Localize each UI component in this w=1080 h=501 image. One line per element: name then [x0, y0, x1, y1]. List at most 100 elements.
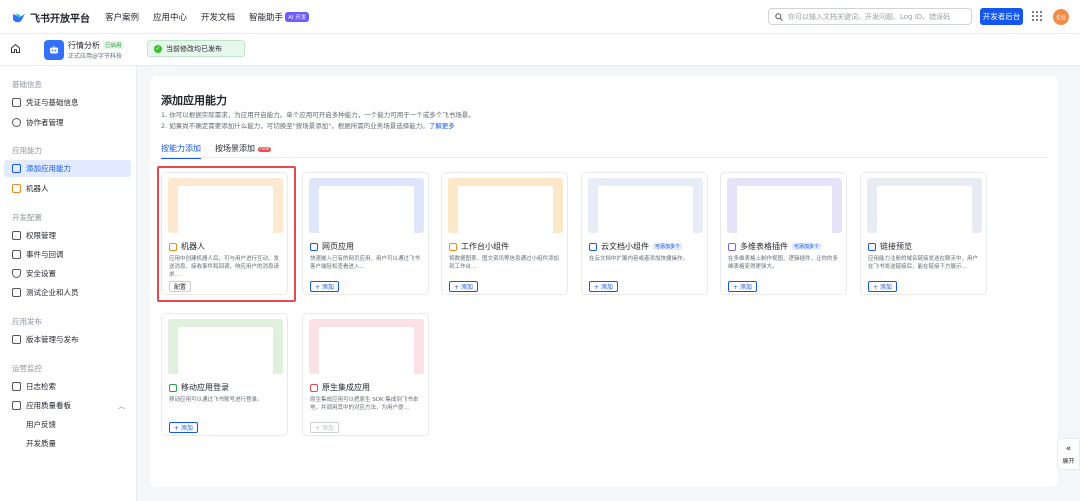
- tab-by-scenario[interactable]: 按场景添加 new: [215, 143, 272, 154]
- top-bar: 飞书开放平台 客户案例 应用中心 开发文档 智能助手 AI 开发 你可以输入文档关…: [0, 0, 1080, 34]
- card-title-text: 工作台小组件: [461, 242, 509, 251]
- sidebar-item-label: 事件与回调: [26, 250, 64, 259]
- page-desc-2-text: 2. 如果尚不确定需要添加什么能力，可切换至"按场景添加"，根据所需的业务场景选…: [161, 122, 429, 130]
- test-icon: [12, 288, 21, 297]
- app-name[interactable]: 行情分析 已启用: [68, 40, 124, 51]
- table-icon: [728, 242, 736, 251]
- add-button[interactable]: + 添加: [169, 422, 198, 433]
- sidebar-item-bot[interactable]: 机器人: [4, 180, 131, 197]
- tabs: 按能力添加 按场景添加 new: [161, 143, 272, 159]
- sidebar-item-permissions[interactable]: 权限管理: [4, 227, 131, 244]
- sidebar-item-versions[interactable]: 版本管理与发布: [4, 331, 131, 348]
- card-preview-image: [727, 178, 842, 233]
- native-app-icon: [310, 383, 318, 392]
- card-desc: 快速嵌入已有的网页应用，用户可以通过飞书客户端轻松查看进入…: [310, 256, 421, 270]
- card-desc: 在多维表格上制作视图、逻辑插件，让你的多维表格变得更强大。: [728, 256, 839, 270]
- sidebar-item-logs[interactable]: 日志检索: [4, 378, 131, 395]
- card-preview-image: [168, 319, 283, 374]
- sidebar-item-label: 机器人: [26, 184, 49, 193]
- nav-cases[interactable]: 客户案例: [105, 11, 139, 23]
- sidebar-item-label: 添加应用能力: [26, 164, 71, 173]
- log-icon: [12, 382, 21, 391]
- sidebar-item-events[interactable]: 事件与回调: [4, 246, 131, 263]
- nav-assistant[interactable]: 智能助手 AI 开发: [249, 11, 310, 23]
- sidebar-item-test-tenants[interactable]: 测试企业和人员: [4, 284, 131, 301]
- doc-icon: [589, 242, 597, 251]
- brand-name: 飞书开放平台: [30, 14, 90, 25]
- web-icon: [310, 242, 318, 251]
- highlight-box: [157, 166, 296, 302]
- sidebar-item-collaborators[interactable]: 协作者管理: [4, 114, 131, 131]
- home-icon[interactable]: [10, 43, 21, 54]
- card-web-app[interactable]: 网页应用 快速嵌入已有的网页应用，用户可以通过飞书客户端轻松查看进入… + 添加: [302, 172, 429, 295]
- add-button[interactable]: + 添加: [589, 281, 618, 292]
- card-mobile-login[interactable]: 移动应用登录 移动应用可以通过飞书账号进行登录。 + 添加: [161, 313, 288, 436]
- sidebar-item-credentials[interactable]: 凭证与基础信息: [4, 94, 131, 111]
- sidebar-section-dev-config: 开发配置: [12, 213, 42, 222]
- apps-grid-icon[interactable]: [1032, 11, 1042, 21]
- ai-badge: AI 开发: [285, 12, 310, 22]
- add-button[interactable]: + 添加: [310, 281, 339, 292]
- sidebar-item-label: 开发质量: [26, 439, 56, 448]
- card-title: 链接预览: [868, 241, 912, 252]
- search-placeholder: 你可以输入文档关键词、开发问题、Log ID、错误码: [788, 12, 951, 21]
- link-icon: [868, 242, 876, 251]
- card-desc: 移动应用可以通过飞书账号进行登录。: [169, 397, 263, 403]
- permission-icon: [12, 231, 21, 240]
- card-title: 原生集成应用: [310, 382, 370, 393]
- card-doc-widget[interactable]: 云文档小组件 可添加多个 在云文档中扩展内容或者添加快捷操作。 + 添加: [581, 172, 708, 295]
- sidebar-item-label: 凭证与基础信息: [26, 98, 79, 107]
- multi-tag: 可添加多个: [792, 243, 822, 250]
- chart-icon: [12, 401, 21, 410]
- card-title-text: 云文档小组件: [601, 242, 649, 251]
- mobile-icon: [169, 383, 177, 392]
- widget-icon: [449, 242, 457, 251]
- add-button[interactable]: + 添加: [728, 281, 757, 292]
- nav-assistant-label: 智能助手: [249, 13, 284, 23]
- expand-panel-button[interactable]: « 展开: [1057, 438, 1080, 470]
- tab-by-capability[interactable]: 按能力添加: [161, 143, 201, 159]
- sidebar-item-label: 测试企业和人员: [26, 288, 79, 297]
- add-button[interactable]: + 添加: [868, 281, 897, 292]
- nav-docs[interactable]: 开发文档: [201, 11, 235, 23]
- learn-more-link[interactable]: 了解更多: [429, 122, 455, 130]
- avatar[interactable]: 企业: [1053, 9, 1069, 25]
- app-name-text: 行情分析: [68, 41, 100, 50]
- card-preview-image: [867, 178, 982, 233]
- card-bitable-plugin[interactable]: 多维表格插件 可添加多个 在多维表格上制作视图、逻辑插件，让你的多维表格变得更强大…: [720, 172, 847, 295]
- card-preview-image: [309, 319, 424, 374]
- search-input[interactable]: 你可以输入文档关键词、开发问题、Log ID、错误码: [768, 8, 972, 25]
- upload-icon: [12, 335, 21, 344]
- nav-app-center[interactable]: 应用中心: [153, 11, 187, 23]
- sidebar-section-release: 应用发布: [12, 317, 42, 326]
- app-status-tag: 已启用: [103, 41, 124, 49]
- expand-label: 展开: [1062, 457, 1075, 465]
- double-chevron-left-icon: «: [1065, 443, 1072, 454]
- user-icon: [12, 118, 21, 127]
- sidebar-item-quality[interactable]: 应用质量看板 ︿: [4, 397, 131, 414]
- sidebar-item-add-capability[interactable]: 添加应用能力: [4, 160, 131, 177]
- add-button[interactable]: + 添加: [449, 281, 478, 292]
- add-button: + 添加: [310, 422, 339, 433]
- app-subtitle: 正式应用@字节科技: [68, 53, 123, 60]
- card-desc: 原生集成应用可以把原生 SDK 集成到飞书本地，并调用其中的对应方法，为用户提…: [310, 397, 419, 411]
- tab-by-scenario-label: 按场景添加: [215, 144, 255, 153]
- sidebar-item-label: 用户反馈: [26, 420, 56, 429]
- page-desc-2: 2. 如果尚不确定需要添加什么能力，可切换至"按场景添加"，根据所需的业务场景选…: [161, 120, 455, 130]
- brand-logo[interactable]: 飞书开放平台: [12, 10, 90, 25]
- chevron-up-icon[interactable]: ︿: [118, 401, 125, 411]
- card-preview-image: [448, 178, 563, 233]
- card-title: 工作台小组件: [449, 241, 509, 252]
- sidebar-item-feedback[interactable]: 用户反馈: [4, 416, 131, 433]
- sidebar-item-dev-quality[interactable]: 开发质量: [4, 435, 131, 452]
- developer-console-button[interactable]: 开发者后台: [980, 8, 1023, 25]
- page-desc-1: 1. 你可以根据实际需求，为应用开启能力。单个应用可开启多种能力，一个能力可用于…: [161, 111, 475, 119]
- card-workplace-widget[interactable]: 工作台小组件 将数据图表、图文资讯等信息通过小组件添加到工作台… + 添加: [441, 172, 568, 295]
- card-title-text: 网页应用: [322, 242, 354, 251]
- card-link-preview[interactable]: 链接预览 应用能力注册的域名链接发送在聊天中，用户在飞书发送链接后，能在链接下方…: [860, 172, 987, 295]
- sidebar-item-label: 权限管理: [26, 231, 56, 240]
- sidebar-item-label: 日志检索: [26, 382, 56, 391]
- sidebar-item-security[interactable]: 安全设置: [4, 265, 131, 282]
- card-native-app[interactable]: 原生集成应用 原生集成应用可以把原生 SDK 集成到飞书本地，并调用其中的对应方…: [302, 313, 429, 436]
- shield-icon: [12, 269, 21, 278]
